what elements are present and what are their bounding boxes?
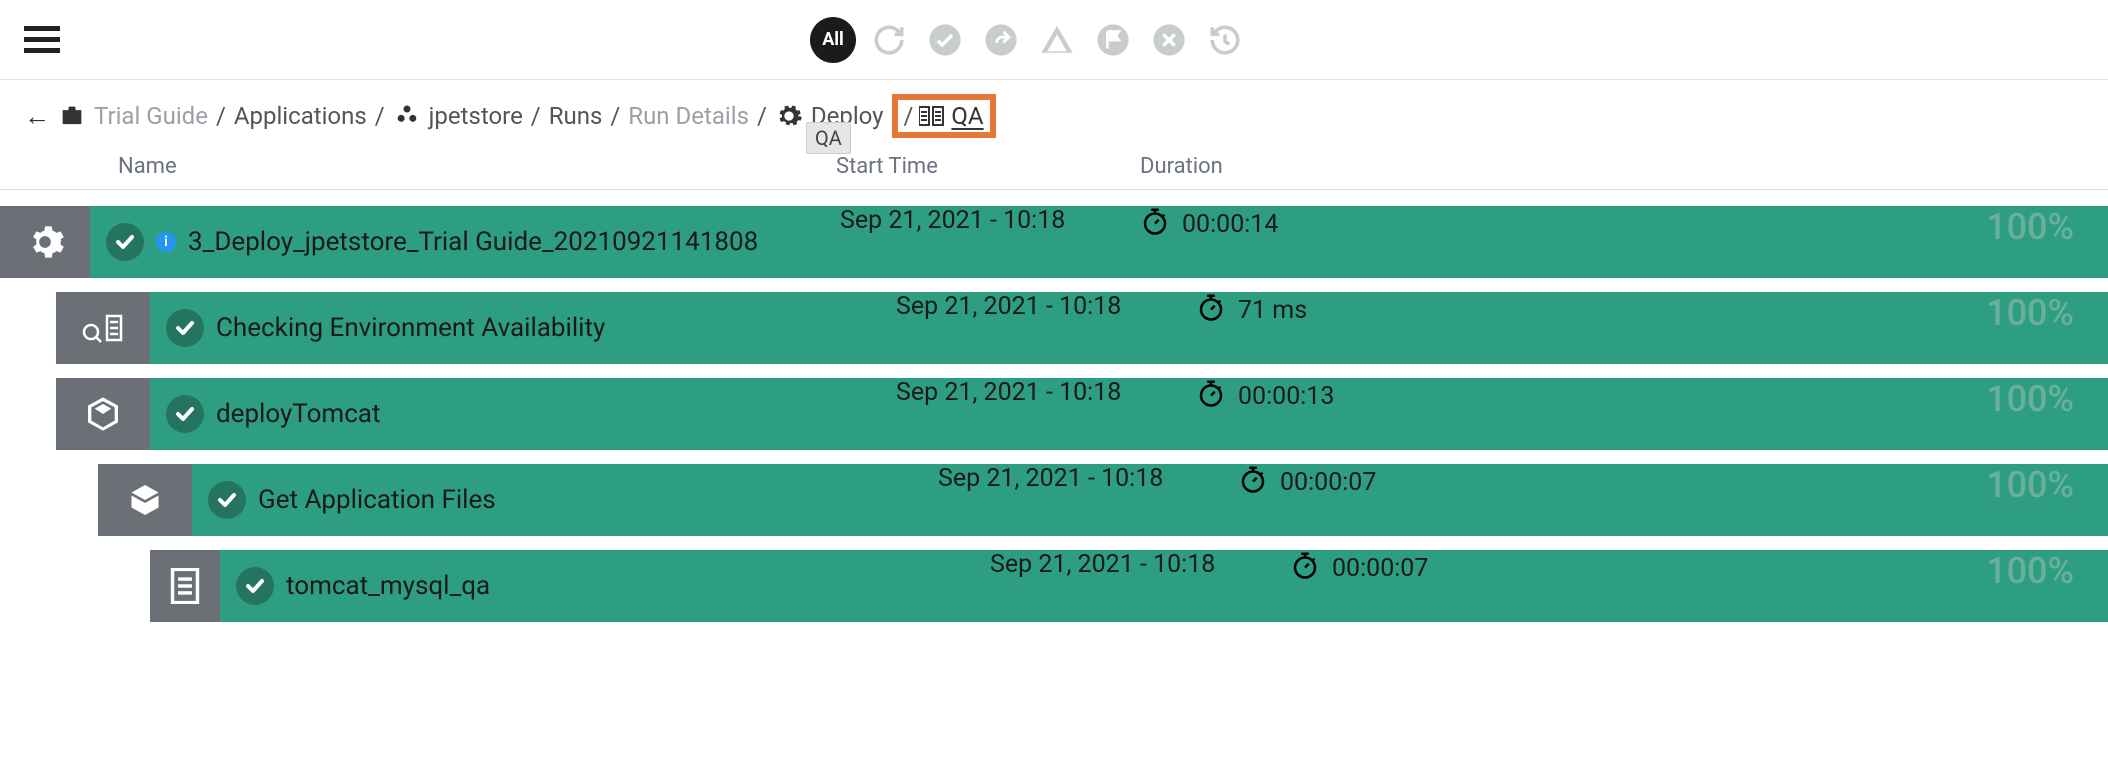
qa-tooltip: QA xyxy=(806,122,851,154)
run-row[interactable]: tomcat_mysql_qa Sep 21, 2021 - 10:18 00:00… xyxy=(150,550,2108,622)
header-start-time: Start Time xyxy=(836,154,1140,179)
breadcrumb: ← Trial Guide / Applications / jpetstore… xyxy=(0,80,2108,148)
doc-icon xyxy=(150,550,220,622)
warning-icon[interactable] xyxy=(1034,17,1080,63)
status-success-icon xyxy=(106,223,144,261)
breadcrumb-runs[interactable]: Runs xyxy=(549,102,603,130)
menu-button[interactable] xyxy=(24,20,64,60)
breadcrumb-sep: / xyxy=(904,102,914,130)
run-row[interactable]: i 3_Deploy_jpetstore_Trial Guide_20210921… xyxy=(0,206,2108,278)
row-name-label: 3_Deploy_jpetstore_Trial Guide_202109211… xyxy=(188,227,758,257)
molecule-icon xyxy=(393,102,421,130)
breadcrumb-qa[interactable]: QA xyxy=(951,102,983,130)
cube-icon xyxy=(56,378,150,450)
history-icon[interactable] xyxy=(1202,17,1248,63)
row-name-label: Checking Environment Availability xyxy=(216,313,605,343)
row-duration: 00:00:07 xyxy=(1290,550,1428,587)
gear-icon xyxy=(775,102,803,130)
stopwatch-icon xyxy=(1290,550,1320,587)
refresh-icon[interactable] xyxy=(866,17,912,63)
breadcrumb-sep: / xyxy=(375,102,385,130)
row-duration-value: 71 ms xyxy=(1238,296,1307,325)
environment-icon xyxy=(919,105,945,127)
breadcrumb-sep: / xyxy=(610,102,620,130)
breadcrumb-jpetstore[interactable]: jpetstore xyxy=(429,102,523,130)
row-percent: 100% xyxy=(1986,292,2074,334)
status-success-icon xyxy=(166,395,204,433)
flag-icon[interactable] xyxy=(1090,17,1136,63)
filter-all-badge[interactable]: All xyxy=(810,17,856,63)
briefcase-icon xyxy=(58,102,86,130)
breadcrumb-qa-highlight: / QA xyxy=(892,94,996,138)
filter-all-label: All xyxy=(822,29,844,50)
row-body: deployTomcat xyxy=(150,378,2108,450)
box-icon xyxy=(98,464,192,536)
row-start-time: Sep 21, 2021 - 10:18 xyxy=(938,464,1163,493)
status-success-icon xyxy=(166,309,204,347)
back-arrow-icon[interactable]: ← xyxy=(24,101,50,132)
row-start-time: Sep 21, 2021 - 10:18 xyxy=(896,292,1121,321)
status-success-icon xyxy=(208,481,246,519)
breadcrumb-run-details[interactable]: Run Details xyxy=(628,102,749,130)
gear-icon xyxy=(0,206,90,278)
run-row[interactable]: deployTomcat Sep 21, 2021 - 10:18 00:00:13… xyxy=(56,378,2108,450)
row-name-label: deployTomcat xyxy=(216,399,380,429)
stopwatch-icon xyxy=(1238,464,1268,501)
row-percent: 100% xyxy=(1986,464,2074,506)
info-icon[interactable]: i xyxy=(156,232,176,252)
toolbar: All xyxy=(810,17,1248,63)
topbar: All xyxy=(0,0,2108,80)
row-duration-value: 00:00:13 xyxy=(1238,382,1334,411)
stopwatch-icon xyxy=(1140,206,1170,243)
row-duration-value: 00:00:14 xyxy=(1182,210,1278,239)
row-start-time: Sep 21, 2021 - 10:18 xyxy=(990,550,1215,579)
row-name-label: Get Application Files xyxy=(258,485,496,515)
row-duration: 00:00:13 xyxy=(1196,378,1334,415)
row-name-cell: i 3_Deploy_jpetstore_Trial Guide_20210921… xyxy=(90,223,758,261)
stopwatch-icon xyxy=(1196,292,1226,329)
row-name-label: tomcat_mysql_qa xyxy=(286,571,490,601)
row-duration: 00:00:07 xyxy=(1238,464,1376,501)
run-row[interactable]: Checking Environment Availability Sep 21,… xyxy=(56,292,2108,364)
breadcrumb-sep: / xyxy=(531,102,541,130)
row-body: i 3_Deploy_jpetstore_Trial Guide_20210921… xyxy=(90,206,2108,278)
row-name-cell: tomcat_mysql_qa xyxy=(220,567,490,605)
column-headers: Name Start Time Duration xyxy=(0,148,2108,190)
header-name: Name xyxy=(110,154,836,179)
status-success-icon xyxy=(236,567,274,605)
cancel-icon[interactable] xyxy=(1146,17,1192,63)
env-icon xyxy=(56,292,150,364)
row-name-cell: deployTomcat xyxy=(150,395,380,433)
row-duration-value: 00:00:07 xyxy=(1280,468,1376,497)
row-duration: 00:00:14 xyxy=(1140,206,1278,243)
header-duration: Duration xyxy=(1140,154,1430,179)
row-name-cell: Get Application Files xyxy=(192,481,496,519)
check-circle-icon[interactable] xyxy=(922,17,968,63)
breadcrumb-sep: / xyxy=(757,102,767,130)
run-rows-container: i 3_Deploy_jpetstore_Trial Guide_20210921… xyxy=(0,190,2108,622)
row-body: Checking Environment Availability xyxy=(150,292,2108,364)
row-percent: 100% xyxy=(1986,206,2074,248)
row-start-time: Sep 21, 2021 - 10:18 xyxy=(896,378,1121,407)
row-percent: 100% xyxy=(1986,550,2074,592)
row-name-cell: Checking Environment Availability xyxy=(150,309,605,347)
redo-icon[interactable] xyxy=(978,17,1024,63)
row-percent: 100% xyxy=(1986,378,2074,420)
breadcrumb-applications[interactable]: Applications xyxy=(234,102,367,130)
breadcrumb-sep: / xyxy=(216,102,226,130)
row-duration-value: 00:00:07 xyxy=(1332,554,1428,583)
row-duration: 71 ms xyxy=(1196,292,1307,329)
breadcrumb-trial-guide[interactable]: Trial Guide xyxy=(94,102,208,130)
row-start-time: Sep 21, 2021 - 10:18 xyxy=(840,206,1065,235)
run-row[interactable]: Get Application Files Sep 21, 2021 - 10:1… xyxy=(98,464,2108,536)
stopwatch-icon xyxy=(1196,378,1226,415)
